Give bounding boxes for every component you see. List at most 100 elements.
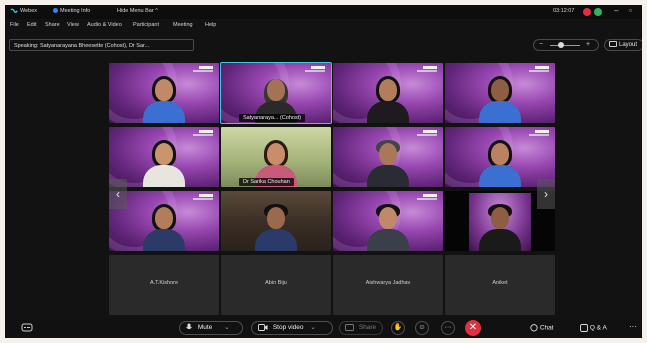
captions-icon[interactable] [21,323,33,333]
info-icon [53,8,58,14]
participant-tile[interactable] [333,63,443,123]
layout-button[interactable]: Layout [604,39,642,51]
event-logo [417,66,437,74]
layout-label: Layout [619,42,638,48]
participant-name: Abin Biju [265,280,287,286]
menu-help[interactable]: Help [205,22,216,28]
participant-tile[interactable] [445,127,555,187]
participant-tile-no-video[interactable]: Aniket [445,255,555,315]
more-icon: ··· [444,324,452,331]
participant-tile[interactable] [333,127,443,187]
raise-hand-button[interactable]: ✋ [391,321,405,335]
qa-button[interactable]: Q & A [580,324,607,332]
video-options-chevron-icon[interactable]: ⌄ [310,324,315,331]
participant-name: A.T.Kishore [149,280,179,286]
stop-video-button[interactable]: Stop video ⌄ [251,321,333,335]
share-label: Share [358,324,377,331]
event-logo [417,130,437,138]
menu-audio-video[interactable]: Audio & Video [87,22,122,28]
participant-tile[interactable] [221,191,331,251]
more-options-button[interactable]: ··· [441,321,455,335]
event-logo [529,66,549,74]
menu-view[interactable]: View [67,22,79,28]
participant-video [141,75,187,123]
hide-menu-bar-button[interactable]: Hide Menu Bar ^ [117,8,158,14]
participant-name: Aishwarya Jadhav [365,280,411,286]
microphone-icon [186,323,192,330]
participant-tile[interactable] [333,191,443,251]
previous-page-button[interactable]: ‹ [109,179,127,209]
participant-tile[interactable] [109,127,219,187]
participant-video [477,75,523,123]
event-logo [529,130,549,138]
event-logo [305,66,325,74]
menu-meeting[interactable]: Meeting [173,22,193,28]
participant-video [477,203,523,251]
participant-tile-no-video[interactable]: Aishwarya Jadhav [333,255,443,315]
restore-button[interactable]: ▫ [629,6,632,15]
participant-tile-no-video[interactable]: A.T.Kishore [109,255,219,315]
meeting-info-button[interactable]: Meeting Info [53,8,90,14]
participant-name: Satyanaraya... (Cohost) [239,114,306,122]
webex-logo-icon [10,8,18,13]
qa-label: Q & A [589,324,607,332]
chat-button[interactable]: Chat [530,324,554,332]
participant-video [141,203,187,251]
active-speaker-label: Speaking: Satyanarayana Bheesette (Cohos… [9,39,194,51]
participant-tile[interactable] [109,63,219,123]
participant-video [365,203,411,251]
speaking-bar: Speaking: Satyanarayana Bheesette (Cohos… [5,31,642,53]
zoom-handle[interactable] [558,42,564,48]
participant-tile[interactable] [445,63,555,123]
minimize-button[interactable]: – [614,6,618,15]
next-page-button[interactable]: › [537,179,555,209]
share-button[interactable]: Share [339,321,383,335]
participant-name: Dr Sarika Chouhan [239,178,294,186]
menu-participant[interactable]: Participant [133,22,159,28]
mute-button[interactable]: Mute ⌄ [179,321,243,335]
menu-file[interactable]: File [10,22,19,28]
event-logo [193,66,213,74]
app-name: Webex [20,8,38,14]
chat-bubble-icon [530,324,538,332]
participant-video [253,203,299,251]
leave-meeting-button[interactable]: ✕ [465,320,481,336]
hand-icon: ✋ [393,324,403,331]
qa-icon [580,324,588,332]
connection-status-icon[interactable] [594,8,602,16]
event-logo [193,130,213,138]
participant-tile-no-video[interactable]: Abin Biju [221,255,331,315]
participant-tile-active-speaker[interactable]: Satyanaraya... (Cohost) [220,62,332,124]
menu-bar: File Edit Share View Audio & Video Parti… [5,19,642,31]
participant-video [365,139,411,187]
mute-options-chevron-icon[interactable]: ⌄ [224,324,229,331]
meeting-controls-bar: Mute ⌄ Stop video ⌄ Share ✋ ☺ ··· ✕ Chat… [5,318,642,338]
zoom-out-icon[interactable]: − [539,41,543,48]
meeting-info-label: Meeting Info [60,8,91,14]
close-icon: ✕ [468,322,478,333]
recording-icon[interactable] [583,8,591,16]
reactions-button[interactable]: ☺ [415,321,429,335]
event-logo [417,194,437,202]
smiley-icon: ☺ [418,324,426,331]
zoom-slider[interactable]: − + [533,39,599,51]
title-bar: Webex Meeting Info Hide Menu Bar ^ 03:12… [5,5,642,19]
participant-name: Aniket [492,280,508,286]
participant-video [141,139,187,187]
participant-video [365,75,411,123]
webex-meeting-window: Webex Meeting Info Hide Menu Bar ^ 03:12… [5,5,642,338]
share-screen-icon [345,323,354,331]
mute-label: Mute [197,324,213,331]
chat-label: Chat [539,324,554,332]
participant-video [477,139,523,187]
video-camera-icon [258,323,268,331]
menu-edit[interactable]: Edit [27,22,36,28]
more-menu-button[interactable]: ··· [629,322,637,331]
participant-tile[interactable]: Dr Sarika Chouhan [221,127,331,187]
layout-icon [609,41,617,48]
stop-video-label: Stop video [272,324,304,331]
menu-share[interactable]: Share [45,22,60,28]
zoom-in-icon[interactable]: + [586,41,590,48]
meeting-timer: 03:12:07 [553,8,575,14]
zoom-track[interactable] [550,45,580,46]
